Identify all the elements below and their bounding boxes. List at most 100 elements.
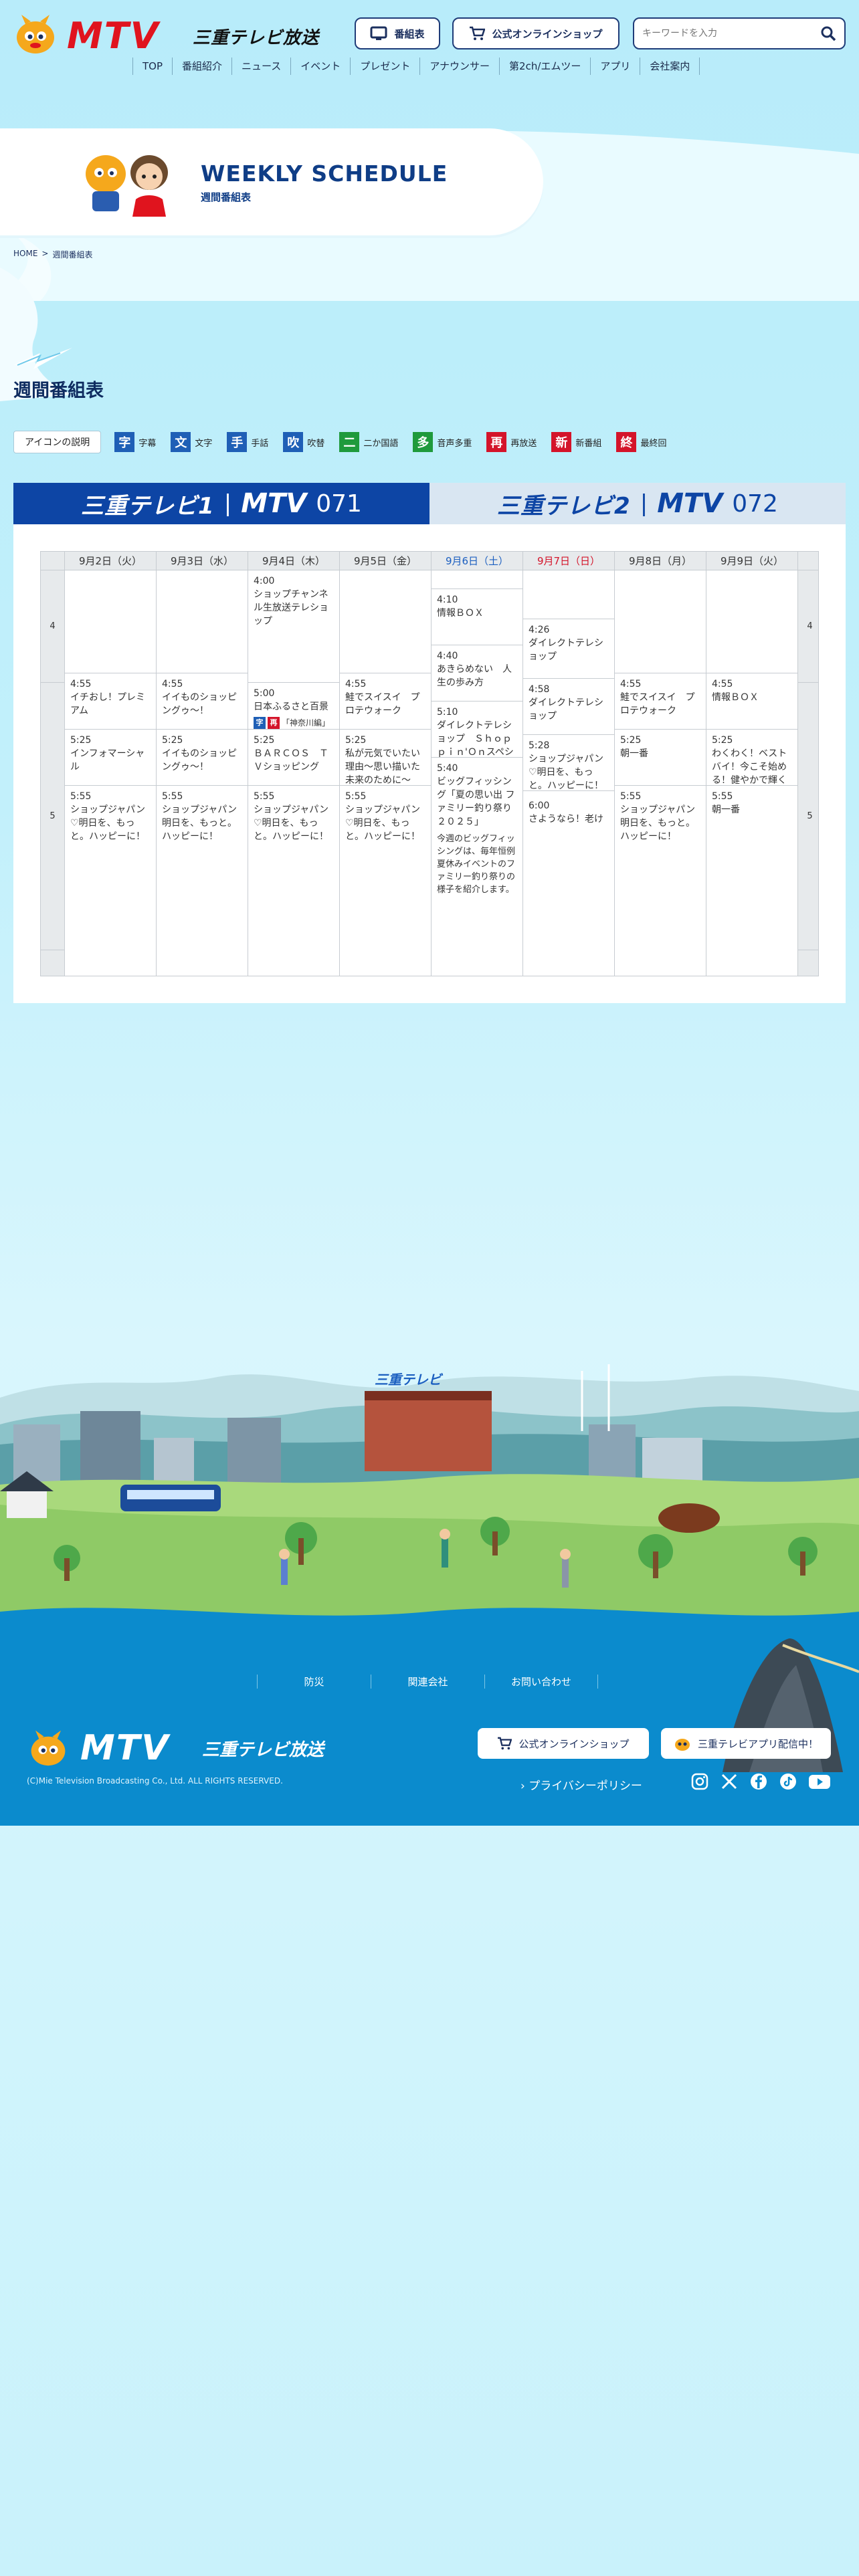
youtube-icon[interactable]	[808, 1772, 831, 1791]
dubbed-icon: 吹	[283, 432, 304, 452]
tiktok-icon[interactable]	[779, 1772, 797, 1791]
nav-news[interactable]: ニュース	[231, 58, 290, 75]
program-cell[interactable]: 5:10 ダイレクトテレショップ Ｓｈｏｐｐｉｎ'Ｏｎスペシャル	[432, 702, 523, 758]
program-cell[interactable]: 6:00 さようなら！老け	[523, 795, 615, 976]
bilingual-icon: 二	[339, 432, 360, 452]
program-time: 6:00	[529, 800, 550, 811]
program-cell[interactable]: 4:00 ショップチャンネル生放送テレショップ	[248, 570, 340, 683]
program-cell[interactable]: 5:25 私が元気でいたい理由～思い描いた未来のために～	[340, 730, 432, 786]
nav-second-channel[interactable]: 第2ch/エムツー	[499, 58, 590, 75]
program-cell[interactable]: 5:40 ビッグフィッシング「夏の思い出 ファミリー釣り祭り２０２５」 今週のビッグ…	[432, 758, 523, 976]
program-cell[interactable]: 5:25 ＢＡＲＣＯＳ ＴＶショッピング	[248, 730, 340, 786]
nav-events[interactable]: イベント	[290, 58, 350, 75]
program-cell[interactable]: 4:26 ダイレクトテレショップ	[523, 619, 615, 679]
footer-nav: 防災 関連会社 お問い合わせ	[257, 1675, 598, 1689]
footer-app-button[interactable]: 三重テレビアプリ配信中！	[661, 1728, 831, 1759]
legend-bilingual: 二二か国語	[339, 432, 398, 452]
breadcrumb: HOME > 週間番組表	[13, 249, 92, 260]
footer-shop-button[interactable]: 公式オンラインショップ	[478, 1728, 649, 1759]
legend-label: 新番組	[575, 438, 602, 449]
program-cell[interactable]: 5:55 ショップジャパン明日を、もっと。ハッピーに！	[157, 786, 248, 976]
subtitles-icon: 字	[254, 717, 266, 729]
tab-channel-2[interactable]: 三重テレビ2 | MTV 072	[430, 483, 846, 524]
program-cell[interactable]: 5:55 ショップジャパン明日を、もっと。ハッピーに！	[615, 786, 706, 976]
program-cell[interactable]: 5:25 朝一番	[615, 730, 706, 786]
program-cell[interactable]: 5:55 ショップジャパン♡明日を、もっと。ハッピーに！	[340, 786, 432, 976]
program-cell[interactable]: 5:55 ショップジャパン♡明日を、もっと。ハッピーに！	[65, 786, 157, 976]
program-cell[interactable]: 4:55 情報ＢＯＸ	[706, 673, 798, 730]
station-name-logo[interactable]: 三重テレビ放送	[193, 24, 319, 49]
program-time: 5:40	[437, 763, 458, 774]
channel-1-number: 071	[316, 490, 362, 518]
program-cell[interactable]: 4:55 イチおし！プレミアム	[65, 673, 157, 730]
nav-top[interactable]: TOP	[132, 58, 172, 75]
program-title: インフォマーシャル	[70, 748, 145, 772]
program-icons: 字再「神奈川編」	[254, 716, 334, 729]
empty-slot	[65, 570, 157, 673]
footer-link-disaster[interactable]: 防災	[257, 1675, 371, 1689]
empty-slot	[706, 570, 798, 673]
schedule-grid[interactable]: 9月2日（火） 9月3日（水） 9月4日（木） 9月5日（金） 9月6日（土） 9月7日（…	[40, 551, 819, 976]
privacy-policy-link[interactable]: › プライバシーポリシー	[520, 1776, 642, 1793]
program-cell[interactable]: 5:00 日本ふるさと百景字再「神奈川編」	[248, 683, 340, 730]
nav-present[interactable]: プレゼント	[350, 58, 419, 75]
program-cell[interactable]: 4:40 あきらめない 人生の歩み方	[432, 645, 523, 702]
footer-app-label: 三重テレビアプリ配信中！	[697, 1737, 818, 1750]
program-title: イイものショッピングゥ～！	[162, 748, 237, 772]
site-header: MTV 三重テレビ放送 番組表 公式オンラインショップ TOP 番組紹介 ニュー…	[0, 0, 859, 80]
program-time: 5:25	[620, 735, 642, 746]
program-cell[interactable]: 5:55 朝一番	[706, 786, 798, 976]
program-title: 情報ＢＯＸ	[437, 608, 484, 619]
legend-new: 新新番組	[551, 432, 601, 452]
search-input[interactable]	[642, 25, 809, 41]
program-cell[interactable]: 5:55 ショップジャパン♡明日を、もっと。ハッピーに！	[248, 786, 340, 976]
tab-channel-1[interactable]: 三重テレビ1 | MTV 071	[13, 483, 430, 524]
legend-teletext: 文文字	[171, 432, 212, 452]
instagram-icon[interactable]	[690, 1772, 709, 1791]
channel-2-brand: MTV	[657, 488, 723, 519]
program-title: ショップジャパン♡明日を、もっと。ハッピーに！	[70, 804, 145, 842]
program-cell[interactable]: 5:28 ショップジャパン♡明日を、もっと。ハッピーに！	[523, 735, 615, 792]
program-cell[interactable]: 4:55 鮭でスイスイ プロテウォーク	[340, 673, 432, 730]
search-icon[interactable]	[820, 25, 836, 41]
search-box	[633, 17, 846, 49]
program-cell[interactable]: 5:25 インフォマーシャル	[65, 730, 157, 786]
privacy-label: プライバシーポリシー	[529, 1780, 642, 1793]
footer-station-name[interactable]: 三重テレビ放送	[202, 1736, 324, 1761]
program-time: 4:10	[437, 595, 458, 605]
facebook-icon[interactable]	[749, 1772, 768, 1791]
x-icon[interactable]	[720, 1772, 739, 1791]
program-cell[interactable]: 5:25 わくわく！ベストバイ！今こそ始める！健やかで輝く毎日！	[706, 730, 798, 786]
program-guide-button[interactable]: 番組表	[355, 17, 440, 49]
program-cell[interactable]: 4:55 鮭でスイスイ プロテウォーク	[615, 673, 706, 730]
mtv-logo[interactable]: MTV	[67, 18, 159, 54]
program-time: 5:55	[345, 791, 367, 802]
nav-company[interactable]: 会社案内	[640, 58, 700, 75]
empty-slot	[615, 570, 706, 673]
program-title: さようなら！老け	[529, 814, 603, 825]
breadcrumb-home[interactable]: HOME	[13, 249, 37, 260]
program-cell[interactable]: 5:25 イイものショッピングゥ～！	[157, 730, 248, 786]
mascot-logo-icon[interactable]	[12, 12, 59, 55]
program-time: 5:25	[254, 735, 275, 746]
footer-link-affiliates[interactable]: 関連会社	[371, 1675, 484, 1689]
program-cell[interactable]: 4:55 イイものショッピングゥ～！	[157, 673, 248, 730]
program-time: 4:55	[345, 679, 367, 689]
hero-subtitle: 週間番組表	[201, 191, 252, 203]
day-header: 9月7日（日）	[523, 552, 615, 570]
day-header: 9月8日（月）	[615, 552, 706, 570]
nav-announcer[interactable]: アナウンサー	[419, 58, 499, 75]
hour-label	[41, 950, 65, 976]
program-time: 4:55	[712, 679, 733, 689]
channel-tabs: 三重テレビ1 | MTV 071 三重テレビ2 | MTV 072	[13, 483, 846, 524]
new-program-icon: 新	[551, 432, 572, 452]
nav-programs[interactable]: 番組紹介	[172, 58, 231, 75]
program-cell[interactable]: 4:58 ダイレクトテレショップ	[523, 679, 615, 736]
program-cell[interactable]: 4:10 情報ＢＯＸ	[432, 589, 523, 645]
footer-link-contact[interactable]: お問い合わせ	[484, 1675, 598, 1689]
footer-mtv-logo[interactable]: MTV	[80, 1728, 169, 1768]
online-shop-button[interactable]: 公式オンラインショップ	[452, 17, 619, 49]
nav-app[interactable]: アプリ	[590, 58, 640, 75]
page-title: 週間番組表	[13, 381, 104, 401]
footer-mascot-icon[interactable]	[27, 1728, 70, 1767]
